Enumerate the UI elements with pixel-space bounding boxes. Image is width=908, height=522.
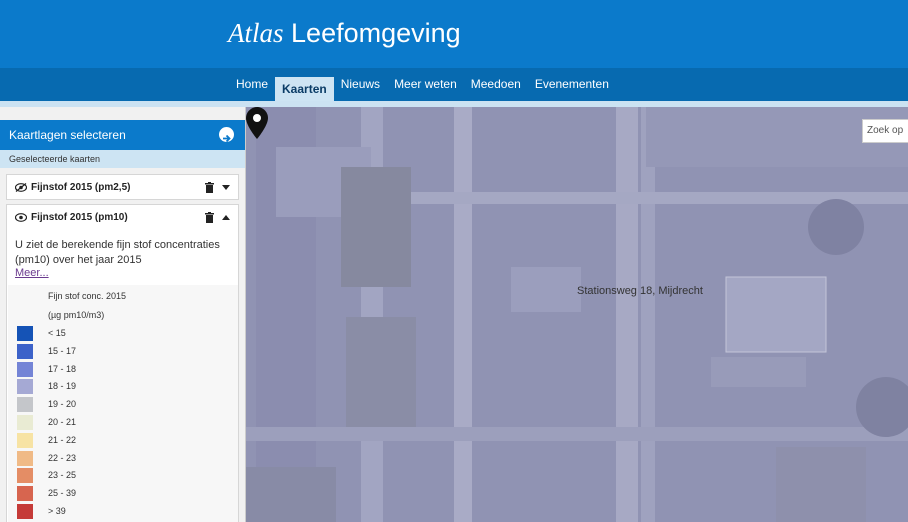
legend-label: 19 - 20 xyxy=(48,399,77,410)
layer-item-pm25[interactable]: Fijnstof 2015 (pm2,5) xyxy=(6,174,239,200)
chevron-up-icon[interactable] xyxy=(222,215,230,221)
legend-swatch xyxy=(17,503,33,519)
collapse-sidebar-button[interactable] xyxy=(219,127,234,143)
legend-label: 20 - 21 xyxy=(48,416,77,427)
site-logo[interactable]: Atlas Leefomgeving xyxy=(228,16,461,50)
marker-address: Stationsweg 18, Mijdrecht xyxy=(577,285,703,297)
legend-swatch xyxy=(17,432,33,448)
legend-label: 17 - 18 xyxy=(48,363,77,374)
legend-swatch xyxy=(17,326,33,341)
selected-maps-heading: Geselecteerde kaarten xyxy=(0,150,245,168)
sidebar-header: Kaartlagen selecteren xyxy=(0,120,245,150)
legend-label: 25 - 39 xyxy=(48,488,77,499)
eye-icon[interactable] xyxy=(15,213,27,222)
legend-swatch xyxy=(17,343,33,359)
legend-label: 22 - 23 xyxy=(48,452,77,463)
brand-name: Leefomgeving xyxy=(291,18,461,48)
trash-icon[interactable] xyxy=(205,212,214,223)
more-info-link[interactable]: Meer... xyxy=(15,267,49,279)
legend-swatch xyxy=(17,486,33,502)
legend-swatch xyxy=(17,361,33,377)
legend-title: Fijn stof conc. 2015 xyxy=(48,291,127,301)
main-nav: Home Kaarten Nieuws Meer weten Meedoen E… xyxy=(0,68,908,101)
aerial-imagery xyxy=(246,107,908,522)
legend-swatch xyxy=(17,379,33,395)
legend-swatch xyxy=(17,397,33,413)
layer-title: Fijnstof 2015 (pm10) xyxy=(31,212,128,223)
site-header: Atlas Leefomgeving xyxy=(0,0,908,68)
legend-swatch xyxy=(17,468,33,484)
legend-label: 21 - 22 xyxy=(48,434,77,445)
map-search-input[interactable]: Zoek op xyxy=(862,119,908,143)
layer-title: Fijnstof 2015 (pm2,5) xyxy=(31,182,131,193)
chevron-down-icon[interactable] xyxy=(222,185,230,191)
legend-label: 15 - 17 xyxy=(48,345,77,356)
nav-nieuws[interactable]: Nieuws xyxy=(334,68,387,101)
legend-unit: (µg pm10/m3) xyxy=(48,310,105,320)
location-pin-icon[interactable] xyxy=(246,107,268,139)
layer-sidebar: Kaartlagen selecteren Geselecteerde kaar… xyxy=(0,107,246,522)
legend-swatch xyxy=(17,450,33,466)
nav-home[interactable]: Home xyxy=(229,68,275,101)
legend-swatch xyxy=(17,414,33,430)
nav-kaarten[interactable]: Kaarten xyxy=(275,77,334,101)
map-view[interactable]: Zoek op Stationsweg 18, Mijdrecht xyxy=(246,107,908,522)
sidebar-title: Kaartlagen selecteren xyxy=(9,128,126,142)
nav-meedoen[interactable]: Meedoen xyxy=(464,68,528,101)
nav-meer-weten[interactable]: Meer weten xyxy=(387,68,464,101)
arrow-right-icon xyxy=(223,134,231,143)
legend-label: 23 - 25 xyxy=(48,470,77,481)
legend-label: < 15 xyxy=(48,328,66,338)
legend-label: > 39 xyxy=(48,505,66,516)
layer-item-pm10: Fijnstof 2015 (pm10) U ziet de berekende… xyxy=(6,204,239,522)
trash-icon[interactable] xyxy=(205,182,214,193)
nav-evenementen[interactable]: Evenementen xyxy=(528,68,616,101)
eye-slash-icon[interactable] xyxy=(15,183,27,192)
layer-description: U ziet de berekende fijn stof concentrat… xyxy=(15,239,220,266)
brand-italic: Atlas xyxy=(228,18,284,48)
legend: Fijn stof conc. 2015 (µg pm10/m3) < 15 15… xyxy=(8,285,238,522)
legend-label: 18 - 19 xyxy=(48,381,77,392)
